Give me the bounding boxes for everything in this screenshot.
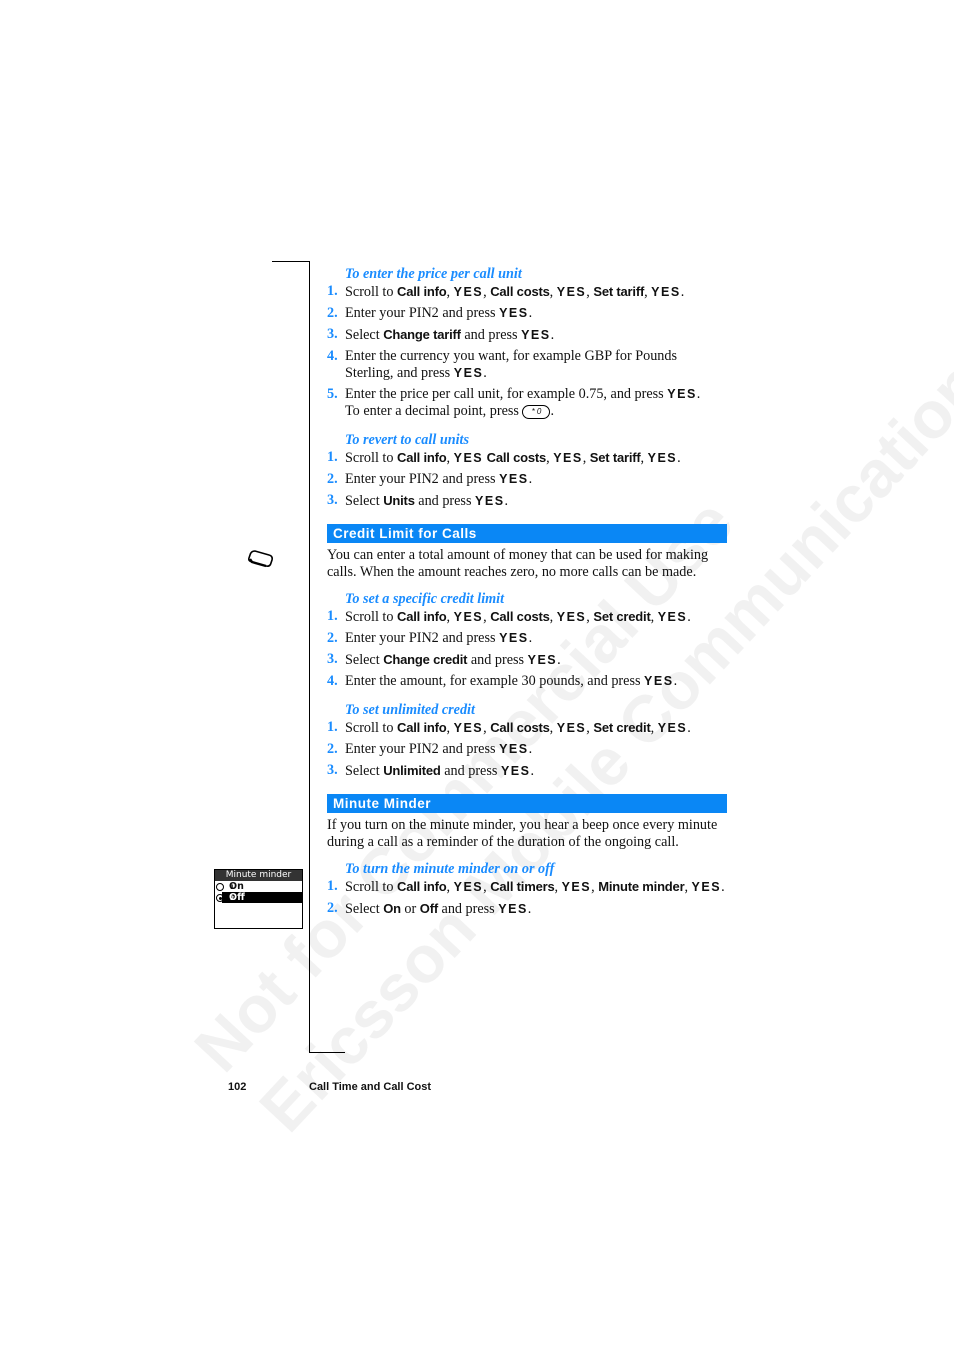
minute-minder-intro: If you turn on the minute minder, you he… — [327, 817, 718, 850]
chapter-title: Call Time and Call Cost — [309, 1081, 432, 1093]
step: 2. Enter your PIN2 and press YES. — [327, 471, 533, 487]
step: 2. Enter your PIN2 and press YES. — [327, 630, 533, 646]
step: 4. Enter the currency you want, for examp… — [327, 348, 678, 381]
margin-rule-top — [272, 261, 310, 262]
phone-screen-preview: Minute minder 1 On 2 Off — [214, 869, 303, 929]
step: 1. Scroll to Call info, YES Call costs, Y… — [327, 449, 681, 466]
subheading-unlimited-credit: To set unlimited credit — [345, 702, 475, 718]
subheading-specific-credit: To set a specific credit limit — [345, 591, 505, 607]
step: 1. Scroll to Call info, YES, Call costs, … — [327, 608, 691, 625]
step: 5. Enter the price per call unit, for exa… — [327, 386, 701, 419]
section-title-minute-minder: Minute Minder — [327, 794, 727, 813]
section-title-credit-limit: Credit Limit for Calls — [327, 524, 727, 543]
credit-limit-intro: You can enter a total amount of money th… — [327, 547, 709, 580]
step: 3. Select Unlimited and press YES. — [327, 762, 535, 779]
option-index: 2 — [230, 895, 235, 902]
margin-rule-vertical — [309, 261, 310, 1053]
step: 4. Enter the amount, for example 30 pound… — [327, 673, 678, 689]
step: 3. Select Change credit and press YES. — [327, 651, 561, 668]
steps-specific-credit: 1. Scroll to Call info, YES, Call costs, … — [327, 608, 727, 690]
step: 1. Scroll to Call info, YES, Call costs, … — [327, 719, 691, 736]
subheading-revert-units: To revert to call units — [345, 432, 470, 448]
screen-title: Minute minder — [215, 870, 302, 881]
page-number: 102 — [228, 1081, 247, 1093]
step: 3. Select Change tariff and press YES. — [327, 326, 555, 343]
step: 2. Enter your PIN2 and press YES. — [327, 305, 533, 321]
star-zero-key-icon: * 0 — [522, 404, 551, 419]
steps-tariff-price: 1. Scroll to Call info, YES, Call costs, … — [327, 283, 727, 420]
step: 3. Select Units and press YES. — [327, 492, 509, 509]
steps-minute-minder: 1. Scroll to Call info, YES, Call timers,… — [327, 878, 727, 918]
steps-unlimited-credit: 1. Scroll to Call info, YES, Call costs, … — [327, 719, 727, 780]
step: 2. Enter your PIN2 and press YES. — [327, 741, 533, 757]
margin-rule-bottom — [309, 1052, 345, 1053]
main-content: To enter the price per call unit 1. Scrol… — [327, 266, 727, 922]
step: 1. Scroll to Call info, YES, Call costs, … — [327, 283, 685, 300]
subheading-minute-minder-toggle: To turn the minute minder on or off — [345, 861, 555, 877]
step: 1. Scroll to Call info, YES, Call timers,… — [327, 878, 725, 895]
steps-revert-units: 1. Scroll to Call info, YES Call costs, Y… — [327, 449, 727, 510]
screen-option-off: 2 Off — [215, 892, 302, 903]
step: 2. Select On or Off and press YES. — [327, 900, 532, 917]
manual-page: Not for Commercial Use Ericsson Mobile C… — [0, 0, 954, 1351]
phone-key-icon — [248, 550, 273, 568]
screen-option-on: 1 On — [215, 881, 302, 892]
subheading-tariff-price: To enter the price per call unit — [345, 266, 522, 282]
